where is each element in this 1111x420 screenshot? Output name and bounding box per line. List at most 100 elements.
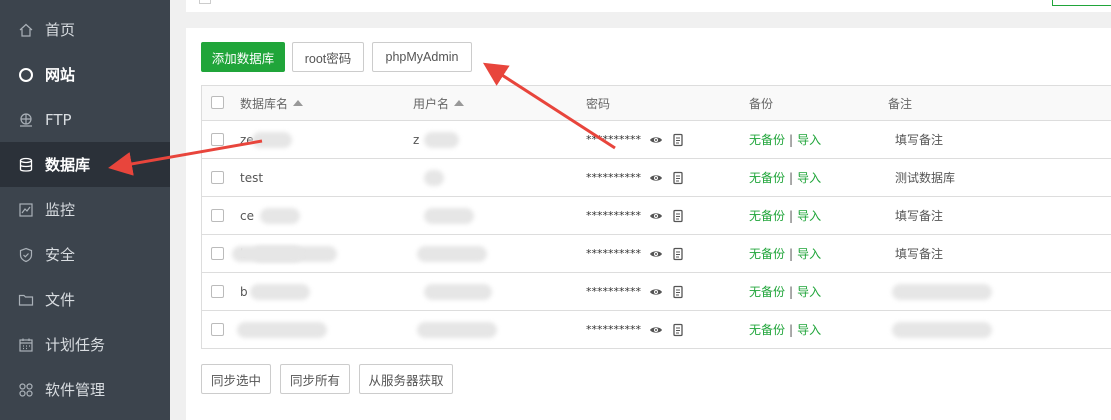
row-checkbox[interactable]: [211, 284, 224, 298]
ftp-icon: [18, 112, 34, 128]
import-link[interactable]: 导入: [797, 245, 821, 262]
fetch-from-server-button[interactable]: 从服务器获取: [359, 364, 453, 394]
redacted-blur: [417, 322, 497, 338]
row-checkbox[interactable]: [211, 208, 224, 222]
eye-icon[interactable]: [649, 247, 663, 261]
calendar-icon: [18, 337, 34, 353]
sidebar-item-files[interactable]: 文件: [0, 277, 170, 322]
sidebar-item-cron[interactable]: 计划任务: [0, 322, 170, 367]
sidebar-item-home[interactable]: 首页: [0, 7, 170, 52]
separator: |: [789, 284, 794, 299]
db-name-cell: ce: [240, 208, 254, 223]
copy-icon[interactable]: [671, 209, 685, 223]
copy-icon[interactable]: [671, 323, 685, 337]
row-checkbox[interactable]: [211, 132, 224, 146]
redacted-blur: [250, 284, 310, 300]
no-backup-link[interactable]: 无备份: [749, 169, 785, 186]
separator: |: [789, 170, 794, 185]
top-panel: [186, 0, 1111, 12]
copy-icon[interactable]: [671, 171, 685, 185]
db-name-cell: b: [240, 284, 248, 299]
redacted-blur: [424, 208, 474, 224]
redacted-blur: [252, 132, 292, 148]
sidebar-item-security[interactable]: 安全: [0, 232, 170, 277]
sync-all-button[interactable]: 同步所有: [280, 364, 350, 394]
password-mask: **********: [586, 247, 641, 260]
sidebar-item-label: 计划任务: [45, 336, 106, 354]
sidebar-item-software[interactable]: 软件管理: [0, 367, 170, 412]
import-link[interactable]: 导入: [797, 169, 821, 186]
eye-icon[interactable]: [649, 323, 663, 337]
redacted-blur: [424, 170, 444, 186]
database-panel: 添加数据库 root密码 phpMyAdmin 数据库名 用户名 密码 备份 备…: [186, 28, 1111, 420]
password-cell: **********: [586, 121, 685, 158]
folder-icon: [18, 292, 34, 308]
eye-icon[interactable]: [649, 171, 663, 185]
import-link[interactable]: 导入: [797, 321, 821, 338]
row-checkbox[interactable]: [211, 322, 224, 336]
sort-asc-icon: [293, 100, 304, 106]
no-backup-link[interactable]: 无备份: [749, 321, 785, 338]
note-cell[interactable]: 测试数据库: [895, 159, 955, 196]
sidebar-item-label: 首页: [45, 21, 76, 39]
header-username[interactable]: 用户名: [413, 86, 465, 120]
no-backup-link[interactable]: 无备份: [749, 245, 785, 262]
eye-icon[interactable]: [649, 285, 663, 299]
sidebar-item-label: 网站: [45, 66, 76, 84]
sidebar-item-website[interactable]: 网站: [0, 52, 170, 97]
copy-icon[interactable]: [671, 285, 685, 299]
import-link[interactable]: 导入: [797, 131, 821, 148]
import-link[interactable]: 导入: [797, 283, 821, 300]
copy-icon[interactable]: [671, 247, 685, 261]
row-checkbox[interactable]: [211, 170, 224, 184]
globe-icon: [18, 67, 34, 83]
import-link[interactable]: 导入: [797, 207, 821, 224]
no-backup-link[interactable]: 无备份: [749, 283, 785, 300]
top-button-fragment[interactable]: [1052, 0, 1111, 6]
header-backup: 备份: [749, 96, 774, 111]
sidebar-item-label: FTP: [45, 110, 72, 129]
redacted-blur: [892, 322, 992, 338]
database-icon: [18, 157, 34, 173]
separator: |: [789, 208, 794, 223]
header-password: 密码: [586, 96, 611, 111]
table-row: ce ********** 无备份 | 导入 填写备注: [202, 197, 1111, 235]
shield-icon: [18, 247, 34, 263]
add-database-button[interactable]: 添加数据库: [201, 42, 285, 72]
no-backup-link[interactable]: 无备份: [749, 207, 785, 224]
monitor-icon: [18, 202, 34, 218]
password-mask: **********: [586, 323, 641, 336]
no-backup-link[interactable]: 无备份: [749, 131, 785, 148]
redacted-blur: [232, 246, 302, 262]
header-note: 备注: [888, 96, 913, 111]
home-icon: [18, 22, 34, 38]
eye-icon[interactable]: [649, 133, 663, 147]
phpmyadmin-button[interactable]: phpMyAdmin: [372, 42, 472, 72]
note-cell[interactable]: 填写备注: [895, 197, 943, 234]
header-db-name[interactable]: 数据库名: [240, 86, 304, 120]
table-row: b**********无备份|导入填写备注: [202, 235, 1111, 273]
separator: |: [789, 132, 794, 147]
sidebar-item-database[interactable]: 数据库: [0, 142, 170, 187]
backup-cell: 无备份 | 导入: [749, 273, 821, 310]
copy-icon[interactable]: [671, 133, 685, 147]
sync-selected-button[interactable]: 同步选中: [201, 364, 271, 394]
redacted-blur: [237, 322, 327, 338]
password-cell: **********: [586, 311, 685, 348]
root-password-button[interactable]: root密码: [292, 42, 364, 72]
sidebar-item-ftp[interactable]: FTP: [0, 97, 170, 142]
note-cell[interactable]: 填写备注: [895, 235, 943, 272]
sidebar-item-label: 监控: [45, 201, 76, 219]
password-cell: **********: [586, 235, 685, 272]
backup-cell: 无备份 | 导入: [749, 235, 821, 272]
sidebar-item-label: 软件管理: [45, 381, 106, 399]
redacted-blur: [417, 246, 487, 262]
sidebar-item-monitor[interactable]: 监控: [0, 187, 170, 232]
select-all-checkbox[interactable]: [211, 96, 224, 109]
eye-icon[interactable]: [649, 209, 663, 223]
username-cell: z: [413, 132, 420, 147]
password-mask: **********: [586, 171, 641, 184]
note-cell[interactable]: 填写备注: [895, 121, 943, 158]
row-checkbox[interactable]: [211, 246, 224, 260]
password-cell: **********: [586, 273, 685, 310]
